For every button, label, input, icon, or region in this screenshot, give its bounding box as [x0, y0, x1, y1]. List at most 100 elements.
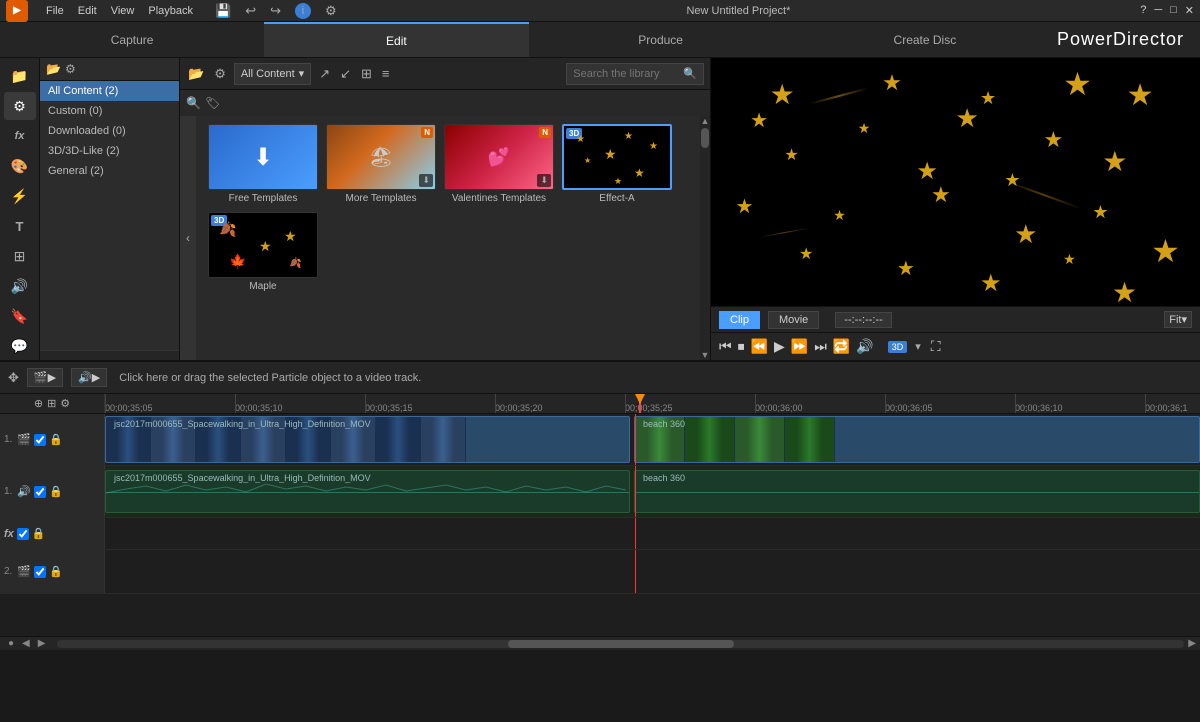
filter-tag-icon[interactable]: 🏷: [205, 96, 220, 110]
undo-icon[interactable]: ↩: [245, 3, 256, 19]
redo-icon[interactable]: ↪: [270, 3, 281, 19]
track-check-fx[interactable]: [17, 528, 29, 540]
track-check-1[interactable]: [34, 434, 46, 446]
search-icon[interactable]: 🔍: [683, 67, 697, 80]
timeline-cursor-audio: [635, 466, 636, 517]
track-check-2[interactable]: [34, 566, 46, 578]
minimize-btn[interactable]: ─: [1154, 4, 1162, 17]
grid-view-icon[interactable]: ⊞: [359, 64, 374, 84]
tree-item-downloaded[interactable]: Downloaded (0): [40, 121, 179, 141]
menu-file[interactable]: File: [46, 5, 64, 17]
settings-icon[interactable]: ⚙: [325, 3, 337, 19]
close-btn[interactable]: ✕: [1185, 4, 1194, 17]
play-to-end-btn[interactable]: ⏭: [814, 338, 827, 355]
import-options-icon[interactable]: ⚙: [212, 64, 228, 84]
maple-leaf-3: 🍁: [229, 253, 246, 270]
nav-arrow-left[interactable]: ‹: [180, 116, 196, 360]
tree-item-general[interactable]: General (2): [40, 161, 179, 181]
track-content-video-1[interactable]: jsc2017m000655_Spacewalking_in_Ultra_Hig…: [105, 414, 1200, 465]
clip-block-spacewalk[interactable]: jsc2017m000655_Spacewalking_in_Ultra_Hig…: [105, 416, 630, 463]
scroll-left-icon[interactable]: ●: [8, 638, 14, 649]
loop-btn[interactable]: 🔁: [833, 338, 850, 355]
movie-btn[interactable]: Movie: [768, 311, 819, 329]
track-lock-1[interactable]: 🔒: [49, 433, 63, 446]
template-free[interactable]: ⬇ Free Templates: [208, 124, 318, 204]
sidebar-effects[interactable]: fx: [4, 122, 36, 150]
filter-left-icon[interactable]: 🔍: [186, 96, 201, 110]
sidebar-settings[interactable]: ⚙: [4, 92, 36, 120]
track-check-audio[interactable]: [34, 486, 46, 498]
volume-btn[interactable]: 🔊: [856, 338, 873, 355]
sidebar-transition[interactable]: ⊞: [4, 242, 36, 270]
template-more[interactable]: 🏖 N ⬇ More Templates: [326, 124, 436, 204]
clip-btn[interactable]: Clip: [719, 311, 760, 329]
video-track-btn[interactable]: 🎬▶: [27, 368, 63, 387]
new-folder-icon[interactable]: 📂: [46, 62, 61, 76]
maximize-btn[interactable]: □: [1170, 4, 1177, 17]
play-btn[interactable]: ▶: [774, 338, 785, 355]
tree-item-3d[interactable]: 3D/3D-Like (2): [40, 141, 179, 161]
scroll-thumb[interactable]: [701, 128, 709, 148]
fullscreen-btn[interactable]: ⛶: [931, 338, 941, 355]
info-icon[interactable]: i: [295, 3, 311, 19]
3d-mode-arrow[interactable]: ▾: [915, 340, 921, 353]
sidebar-title[interactable]: T: [4, 212, 36, 240]
scrollbar-thumb[interactable]: [508, 640, 733, 648]
sidebar-motion[interactable]: ⚡: [4, 182, 36, 210]
library-scrollbar[interactable]: ▲ ▼: [700, 116, 710, 360]
sidebar-audio[interactable]: 🔊: [4, 272, 36, 300]
export-icon[interactable]: ↗: [317, 64, 332, 84]
clip-block-audio-beach[interactable]: beach 360: [634, 470, 1200, 513]
play-to-start-btn[interactable]: ⏮: [719, 338, 732, 355]
track-content-audio-1[interactable]: jsc2017m000655_Spacewalking_in_Ultra_Hig…: [105, 466, 1200, 517]
sidebar-design[interactable]: 🎨: [4, 152, 36, 180]
ruler-zoom-icon[interactable]: ⊕: [34, 397, 43, 410]
tab-produce[interactable]: Produce: [529, 22, 793, 57]
template-valentines[interactable]: 💕 N ⬇ Valentines Templates: [444, 124, 554, 204]
scroll-right-arrow[interactable]: ▶: [1188, 638, 1200, 649]
tree-item-custom[interactable]: Custom (0): [40, 101, 179, 121]
template-maple[interactable]: 3D 🍂 ★ 🍁 ★ 🍂 Maple: [208, 212, 318, 292]
scroll-down-icon[interactable]: ▼: [700, 350, 710, 360]
track-lock-2[interactable]: 🔒: [49, 565, 63, 578]
clip-block-beach-video[interactable]: beach 360: [634, 416, 1200, 463]
next-frame-btn[interactable]: ⏩: [791, 338, 808, 355]
sidebar-subtitle[interactable]: 💬: [4, 332, 36, 360]
tree-item-all-content[interactable]: All Content (2): [40, 81, 179, 101]
sidebar-import[interactable]: 📁: [4, 62, 36, 90]
prev-frame-btn[interactable]: ⏪: [751, 338, 768, 355]
sidebar-chapter[interactable]: 🔖: [4, 302, 36, 330]
filter-icon[interactable]: ⚙: [65, 62, 76, 76]
scroll-next-icon[interactable]: ▶: [38, 638, 46, 649]
scroll-up-icon[interactable]: ▲: [700, 116, 710, 126]
list-view-icon[interactable]: ≡: [380, 64, 392, 83]
help-btn[interactable]: ?: [1140, 4, 1146, 17]
menu-playback[interactable]: Playback: [148, 5, 193, 17]
track-lock-audio[interactable]: 🔒: [49, 485, 63, 498]
import2-icon[interactable]: ↙: [338, 64, 353, 84]
track-content-video-2[interactable]: [105, 550, 1200, 593]
template-effect-a[interactable]: 3D ★ ★ ★ ★ ★ ★ ★ Effect-A: [562, 124, 672, 204]
tab-capture[interactable]: Capture: [0, 22, 264, 57]
import-file-icon[interactable]: 📂: [186, 64, 206, 84]
save-icon[interactable]: 💾: [215, 3, 231, 19]
clip-block-audio-spacewalk[interactable]: jsc2017m000655_Spacewalking_in_Ultra_Hig…: [105, 470, 630, 513]
audio-track-btn[interactable]: 🔊▶: [71, 368, 107, 387]
fit-dropdown[interactable]: Fit ▾: [1164, 311, 1192, 328]
track-content-fx[interactable]: [105, 518, 1200, 549]
track-lock-fx[interactable]: 🔒: [32, 527, 46, 540]
ruler-settings-icon[interactable]: ⚙: [60, 397, 70, 410]
tab-create-disc[interactable]: Create Disc: [793, 22, 1057, 57]
stop-btn[interactable]: ⏹: [738, 338, 745, 355]
content-filter-dropdown[interactable]: All Content ▾: [234, 63, 311, 85]
scroll-prev-icon[interactable]: ◀: [22, 638, 30, 649]
3d-mode-badge[interactable]: 3D: [888, 341, 908, 353]
scrollbar-track[interactable]: [57, 640, 1184, 648]
timeline-tool-icon[interactable]: ✥: [8, 370, 19, 386]
menu-view[interactable]: View: [111, 5, 135, 17]
tab-edit[interactable]: Edit: [264, 22, 528, 57]
ruler-line-4: [495, 394, 496, 413]
menu-edit[interactable]: Edit: [78, 5, 97, 17]
search-input[interactable]: [573, 68, 683, 80]
ruler-fit-icon[interactable]: ⊞: [47, 397, 56, 410]
